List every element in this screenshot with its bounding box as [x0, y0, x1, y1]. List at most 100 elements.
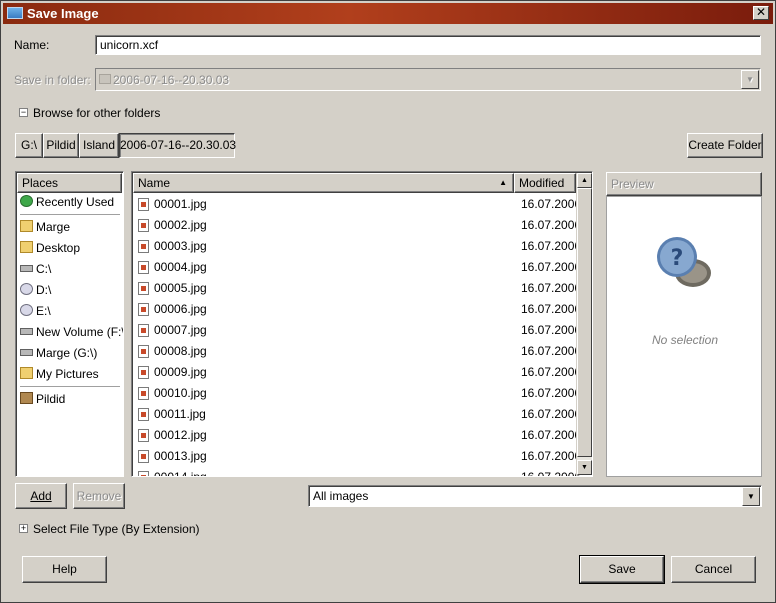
file-list-panel: Name ▲ Modified 00001.jpg 16.07.2006 00002… [131, 171, 593, 477]
add-label: Add [30, 489, 52, 503]
name-column-header[interactable]: Name ▲ [133, 173, 514, 193]
file-modified: 16.07.2006 [521, 323, 582, 337]
close-icon[interactable]: ✕ [753, 6, 769, 20]
file-filter-combo[interactable]: All images ▼ [308, 485, 762, 507]
file-row[interactable]: 00012.jpg 16.07.2006 [134, 425, 581, 446]
places-item-desktop[interactable]: Desktop [18, 238, 122, 258]
places-item-pildid[interactable]: Pildid [18, 389, 122, 409]
browse-other-folders-expander[interactable]: Browse for other folders [33, 106, 160, 120]
file-row[interactable]: 00005.jpg 16.07.2006 [134, 278, 581, 299]
places-item-label: Recently Used [36, 195, 115, 209]
file-name: 00005.jpg [154, 281, 207, 295]
save-button[interactable]: Save [579, 555, 665, 584]
places-item-g-drive[interactable]: Marge (G:\) [18, 343, 122, 363]
folder-icon [99, 74, 111, 84]
expand-icon[interactable]: + [19, 524, 28, 533]
places-item-f-drive[interactable]: New Volume (F:\) [18, 322, 124, 342]
places-item-recently-used[interactable]: Recently Used [18, 192, 122, 212]
file-modified: 16.07.2006 [521, 281, 582, 295]
places-item-d-drive[interactable]: D:\ [18, 280, 122, 300]
preview-area: ? No selection [606, 196, 762, 477]
file-modified: 16.07.2006 [521, 470, 582, 477]
file-row[interactable]: 00003.jpg 16.07.2006 [134, 236, 581, 257]
file-row[interactable]: 00009.jpg 16.07.2006 [134, 362, 581, 383]
remove-label: Remove [76, 489, 122, 503]
file-row[interactable]: 00010.jpg 16.07.2006 [134, 383, 581, 404]
cancel-button[interactable]: Cancel [671, 556, 756, 583]
image-file-icon [138, 261, 149, 274]
file-modified: 16.07.2006 [521, 386, 582, 400]
filename-input[interactable]: unicorn.xcf [95, 35, 761, 55]
path-button-drive[interactable]: G:\ [15, 133, 43, 158]
save-in-folder-label: Save in folder: [14, 73, 91, 87]
image-file-icon [138, 282, 149, 295]
places-item-label: E:\ [36, 304, 51, 318]
places-header[interactable]: Places [17, 173, 122, 193]
file-name: 00013.jpg [154, 449, 207, 463]
remove-bookmark-button: Remove [73, 483, 125, 509]
modified-column-header[interactable]: Modified [514, 173, 576, 193]
save-label: Save [608, 562, 636, 576]
path-button-island[interactable]: Island [79, 133, 119, 158]
image-file-icon [138, 324, 149, 337]
places-item-my-pictures[interactable]: My Pictures [18, 364, 122, 384]
add-bookmark-button[interactable]: Add [15, 483, 67, 509]
places-item-label: Desktop [36, 241, 81, 255]
scroll-thumb[interactable] [577, 188, 592, 457]
bookmark-folder-icon [20, 392, 33, 404]
chevron-down-icon: ▼ [741, 70, 759, 89]
file-row[interactable]: 00014.jpg 16.07.2006 [134, 467, 581, 476]
file-row[interactable]: 00002.jpg 16.07.2006 [134, 215, 581, 236]
image-file-icon [138, 345, 149, 358]
file-name: 00010.jpg [154, 386, 207, 400]
file-row[interactable]: 00013.jpg 16.07.2006 [134, 446, 581, 467]
file-list-scrollbar[interactable]: ▲ ▼ [576, 173, 592, 475]
cdrom-icon [20, 283, 33, 295]
file-name: 00007.jpg [154, 323, 207, 337]
help-button[interactable]: Help [22, 556, 107, 583]
save-in-folder-value: 2006-07-16--20.30.03 [113, 73, 230, 87]
places-item-label: Marge [36, 220, 71, 234]
select-file-type-expander[interactable]: Select File Type (By Extension) [33, 522, 200, 536]
scroll-up-icon[interactable]: ▲ [577, 173, 592, 188]
places-item-e-drive[interactable]: E:\ [18, 301, 122, 321]
image-file-icon [138, 408, 149, 421]
file-row[interactable]: 00001.jpg 16.07.2006 [134, 194, 581, 215]
chevron-down-icon[interactable]: ▼ [742, 487, 760, 506]
drive-icon [20, 265, 33, 272]
file-row[interactable]: 00011.jpg 16.07.2006 [134, 404, 581, 425]
path-segment-label: Pildid [46, 138, 76, 152]
file-modified: 16.07.2006 [521, 407, 582, 421]
file-row[interactable]: 00007.jpg 16.07.2006 [134, 320, 581, 341]
folder-icon [20, 220, 33, 232]
path-button-pildid[interactable]: Pildid [43, 133, 79, 158]
path-button-current[interactable]: 2006-07-16--20.30.03 [119, 133, 236, 158]
no-selection-text: No selection [651, 333, 719, 347]
image-file-icon [138, 240, 149, 253]
places-item-label: New Volume (F:\) [36, 325, 124, 339]
save-in-folder-combo: 2006-07-16--20.30.03 ▼ [95, 68, 761, 91]
places-item-marge[interactable]: Marge [18, 217, 122, 237]
save-image-dialog: Save Image ✕ Name: unicorn.xcf Save in f… [0, 0, 776, 603]
collapse-icon[interactable]: − [19, 108, 28, 117]
file-row[interactable]: 00008.jpg 16.07.2006 [134, 341, 581, 362]
file-modified: 16.07.2006 [521, 344, 582, 358]
create-folder-button[interactable]: Create Folder [687, 133, 763, 158]
places-separator [20, 214, 120, 215]
file-name: 00001.jpg [154, 197, 207, 211]
title-bar[interactable]: Save Image ✕ [3, 3, 773, 24]
sort-ascending-icon: ▲ [499, 178, 507, 187]
places-item-c-drive[interactable]: C:\ [18, 259, 122, 279]
file-row[interactable]: 00006.jpg 16.07.2006 [134, 299, 581, 320]
file-row[interactable]: 00004.jpg 16.07.2006 [134, 257, 581, 278]
file-filter-value: All images [313, 489, 369, 503]
places-item-label: Marge (G:\) [36, 346, 98, 360]
file-name: 00003.jpg [154, 239, 207, 253]
image-file-icon [138, 471, 149, 476]
scroll-down-icon[interactable]: ▼ [577, 460, 592, 475]
image-file-icon [138, 303, 149, 316]
create-folder-label: Create Folder [688, 138, 762, 152]
file-name: 00004.jpg [154, 260, 207, 274]
file-modified: 16.07.2006 [521, 449, 582, 463]
file-modified: 16.07.2006 [521, 239, 582, 253]
